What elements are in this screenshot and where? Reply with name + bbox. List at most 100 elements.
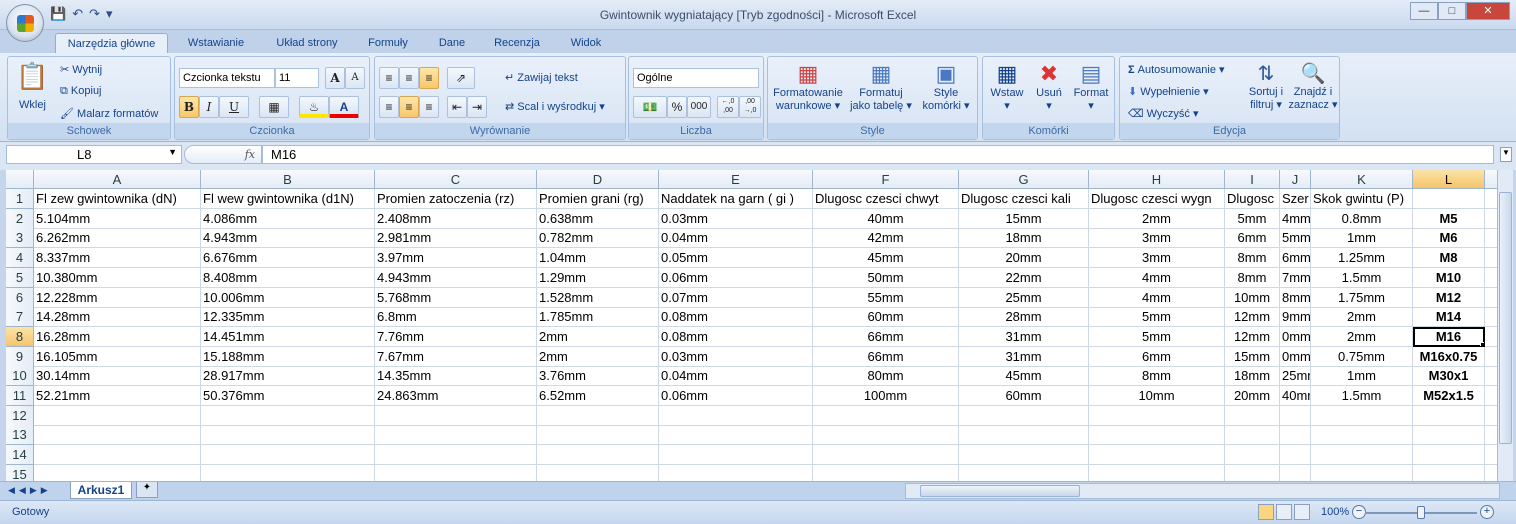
tab-view[interactable]: Widok (558, 33, 614, 53)
empty-cell[interactable] (1280, 464, 1311, 481)
column-header-f[interactable]: F (813, 170, 959, 189)
close-button[interactable]: ✕ (1466, 2, 1510, 20)
paste-button[interactable]: Wklej (19, 99, 46, 111)
cell-c4[interactable]: 3.97mm (375, 248, 537, 269)
font-size-select[interactable]: 11 (275, 68, 319, 88)
empty-cell[interactable] (1485, 425, 1497, 446)
cell-d9[interactable]: 2mm (537, 346, 659, 367)
zoom-level[interactable]: 100% (1321, 506, 1349, 518)
cell-f10[interactable]: 80mm (813, 366, 959, 387)
page-layout-view-icon[interactable] (1276, 504, 1292, 520)
empty-cell[interactable] (1485, 445, 1497, 466)
cell-k11[interactable]: 1.5mm (1311, 386, 1413, 406)
empty-cell[interactable] (959, 425, 1089, 446)
cell-l9[interactable]: M16x0.75 (1413, 346, 1485, 367)
minimize-button[interactable]: — (1410, 2, 1438, 20)
row-header-5[interactable]: 5 (6, 267, 34, 288)
cell-g3[interactable]: 18mm (959, 228, 1089, 249)
cell-f9[interactable]: 66mm (813, 346, 959, 367)
empty-cell[interactable] (1225, 445, 1280, 466)
empty-cell[interactable] (1485, 366, 1497, 387)
normal-view-icon[interactable] (1258, 504, 1274, 520)
cell-b8[interactable]: 14.451mm (201, 326, 375, 347)
cell-g2[interactable]: 15mm (959, 208, 1089, 229)
cell-f2[interactable]: 40mm (813, 208, 959, 229)
cell-l6[interactable]: M12 (1413, 287, 1485, 308)
cell-h5[interactable]: 4mm (1089, 267, 1225, 288)
empty-cell[interactable] (1485, 386, 1497, 406)
empty-cell[interactable] (1485, 268, 1497, 288)
empty-cell[interactable] (1089, 425, 1225, 446)
row-header-1[interactable]: 1 (6, 189, 34, 209)
column-header-e[interactable]: E (659, 170, 813, 189)
cell-l10[interactable]: M30x1 (1413, 366, 1485, 387)
expand-formula-bar-button[interactable]: ▼ (1500, 147, 1512, 162)
empty-cell[interactable] (1089, 445, 1225, 466)
cell-i9[interactable]: 15mm (1225, 346, 1280, 367)
align-middle-button[interactable]: ≡ (399, 67, 419, 89)
cell-i2[interactable]: 5mm (1225, 208, 1280, 229)
cell-b9[interactable]: 15.188mm (201, 346, 375, 367)
column-header-g[interactable]: G (959, 170, 1089, 189)
empty-cell[interactable] (1485, 189, 1497, 209)
cell-f11[interactable]: 100mm (813, 386, 959, 406)
cell-k7[interactable]: 2mm (1311, 307, 1413, 328)
empty-cell[interactable] (1413, 445, 1485, 466)
cell-j10[interactable]: 25mm (1280, 366, 1311, 387)
empty-cell[interactable] (659, 425, 813, 446)
cell-g10[interactable]: 45mm (959, 366, 1089, 387)
cell-h6[interactable]: 4mm (1089, 287, 1225, 308)
align-right-button[interactable]: ≡ (419, 96, 439, 118)
insert-cells-button[interactable]: ▦ Wstaw ▾ (987, 61, 1027, 112)
cell-c9[interactable]: 7.67mm (375, 346, 537, 367)
increase-decimal-button[interactable]: ←,0 ,00 (717, 96, 739, 118)
cell-g4[interactable]: 20mm (959, 248, 1089, 269)
empty-cell[interactable] (1225, 464, 1280, 481)
cell-k5[interactable]: 1.5mm (1311, 267, 1413, 288)
percent-button[interactable]: % (667, 96, 687, 118)
number-format-select[interactable]: Ogólne (633, 68, 759, 88)
row-header-11[interactable]: 11 (6, 386, 34, 406)
empty-cell[interactable] (1485, 406, 1497, 426)
cell-j11[interactable]: 40mm (1280, 386, 1311, 406)
cell-g1[interactable]: Dlugosc czesci kali (959, 189, 1089, 209)
zoom-slider-handle[interactable] (1417, 506, 1425, 519)
accounting-format-button[interactable]: 💵 (633, 96, 667, 118)
format-cells-button[interactable]: ▤ Format ▾ (1071, 61, 1111, 112)
maximize-button[interactable]: □ (1438, 2, 1466, 20)
cell-b11[interactable]: 50.376mm (201, 386, 375, 406)
column-header-l[interactable]: L (1413, 170, 1485, 189)
row-header-3[interactable]: 3 (6, 228, 34, 249)
empty-cell[interactable] (1280, 425, 1311, 446)
cell-b3[interactable]: 4.943mm (201, 228, 375, 249)
empty-cell[interactable] (1311, 425, 1413, 446)
tab-insert[interactable]: Wstawianie (178, 33, 254, 53)
clear-button[interactable]: ⌫ Wyczyść ▾ (1128, 107, 1199, 120)
cell-l8[interactable]: M16 (1413, 326, 1485, 347)
font-name-select[interactable]: Czcionka tekstu (179, 68, 275, 88)
row-header-2[interactable]: 2 (6, 208, 34, 229)
empty-cell[interactable] (537, 405, 659, 426)
align-bottom-button[interactable]: ≡ (419, 67, 439, 89)
row-header-7[interactable]: 7 (6, 307, 34, 328)
merge-center-button[interactable]: ⇄ Scal i wyśrodkuj ▾ (505, 100, 605, 113)
empty-cell[interactable] (537, 445, 659, 466)
cell-c8[interactable]: 7.76mm (375, 326, 537, 347)
cell-h8[interactable]: 5mm (1089, 326, 1225, 347)
cell-h7[interactable]: 5mm (1089, 307, 1225, 328)
cell-j6[interactable]: 8mm (1280, 287, 1311, 308)
cell-f3[interactable]: 42mm (813, 228, 959, 249)
insert-sheet-icon[interactable]: ✦ (136, 482, 158, 498)
cell-d11[interactable]: 6.52mm (537, 386, 659, 406)
cell-e8[interactable]: 0.08mm (659, 326, 813, 347)
empty-cell[interactable] (1225, 425, 1280, 446)
empty-cell[interactable] (1485, 209, 1497, 229)
cell-h1[interactable]: Dlugosc czesci wygn (1089, 189, 1225, 209)
row-header-12[interactable]: 12 (6, 405, 34, 426)
empty-cell[interactable] (375, 405, 537, 426)
cell-d1[interactable]: Promien grani (rg) (537, 189, 659, 209)
cell-j4[interactable]: 6mm (1280, 248, 1311, 269)
cell-f5[interactable]: 50mm (813, 267, 959, 288)
cell-b2[interactable]: 4.086mm (201, 208, 375, 229)
cell-d3[interactable]: 0.782mm (537, 228, 659, 249)
